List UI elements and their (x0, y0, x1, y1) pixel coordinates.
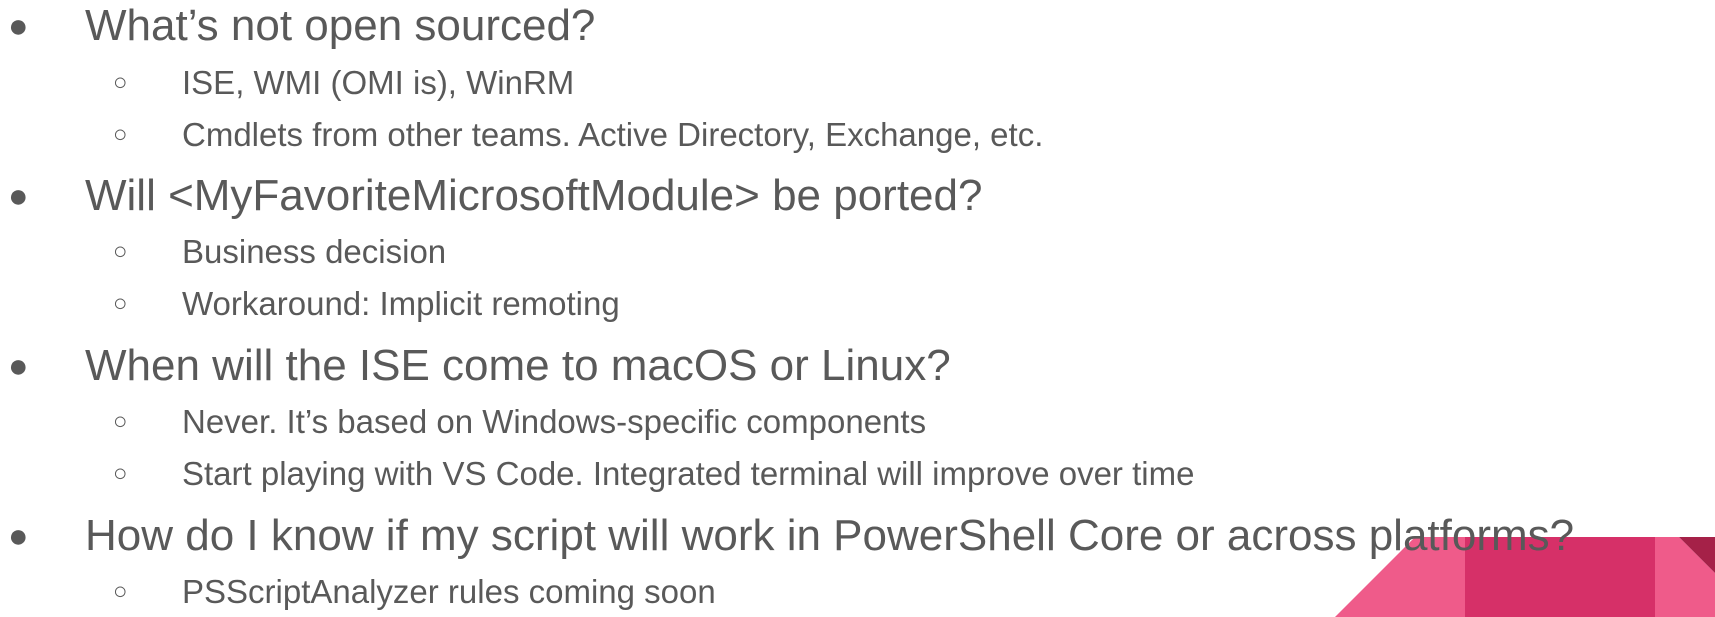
bullet-text: How do I know if my script will work in … (85, 511, 1575, 560)
sub-bullet-text: ISE, WMI (OMI is), WinRM (182, 64, 575, 101)
sub-bullet-text: Never. It’s based on Windows-specific co… (182, 403, 927, 440)
sub-bullet-text: Start playing with VS Code. Integrated t… (182, 455, 1195, 492)
sub-bullet-circle-icon: ○ (113, 121, 128, 148)
sub-bullet-text: PSScriptAnalyzer rules coming soon (182, 573, 716, 610)
bullet-dot-icon: ● (8, 7, 29, 45)
sub-bullet-circle-icon: ○ (113, 238, 128, 265)
sub-bullet-text: Business decision (182, 233, 447, 270)
bullet-text: What’s not open sourced? (85, 1, 596, 50)
bullet-text: When will the ISE come to macOS or Linux… (85, 341, 951, 390)
sub-bullet-circle-icon: ○ (113, 460, 128, 487)
bullet-dot-icon: ● (8, 347, 29, 385)
slide: ● What’s not open sourced? ○ ISE, WMI (O… (0, 0, 1715, 617)
sub-bullet-text: Cmdlets from other teams. Active Directo… (182, 116, 1044, 153)
bullet-dot-icon: ● (8, 517, 29, 555)
sub-bullet-circle-icon: ○ (113, 69, 128, 96)
sub-bullet-circle-icon: ○ (113, 408, 128, 435)
sub-bullet-circle-icon: ○ (113, 290, 128, 317)
sub-bullet-text: Workaround: Implicit remoting (182, 285, 620, 322)
bullet-dot-icon: ● (8, 177, 29, 215)
bullet-text: Will <MyFavoriteMicrosoftModule> be port… (85, 171, 983, 220)
sub-bullet-circle-icon: ○ (113, 578, 128, 605)
